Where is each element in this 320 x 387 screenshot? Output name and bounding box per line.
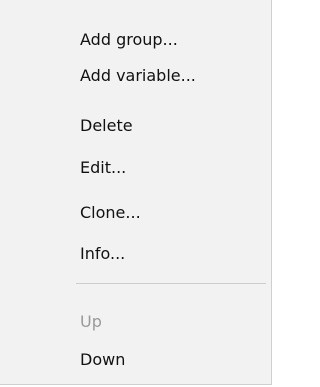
menu-item-info[interactable]: Info... [0, 237, 270, 271]
menu-separator [76, 283, 266, 284]
menu-item-edit[interactable]: Edit... [0, 151, 270, 185]
menu-item-add-variable[interactable]: Add variable... [0, 59, 270, 93]
menu-item-add-group[interactable]: Add group... [0, 23, 270, 57]
menu-item-clone[interactable]: Clone... [0, 196, 270, 230]
menu-item-up: Up [80, 312, 102, 331]
menu-item-down[interactable]: Down [0, 343, 270, 377]
menu-item-delete[interactable]: Delete [0, 109, 270, 143]
context-menu: Add group... Add variable... Delete Edit… [0, 0, 272, 385]
